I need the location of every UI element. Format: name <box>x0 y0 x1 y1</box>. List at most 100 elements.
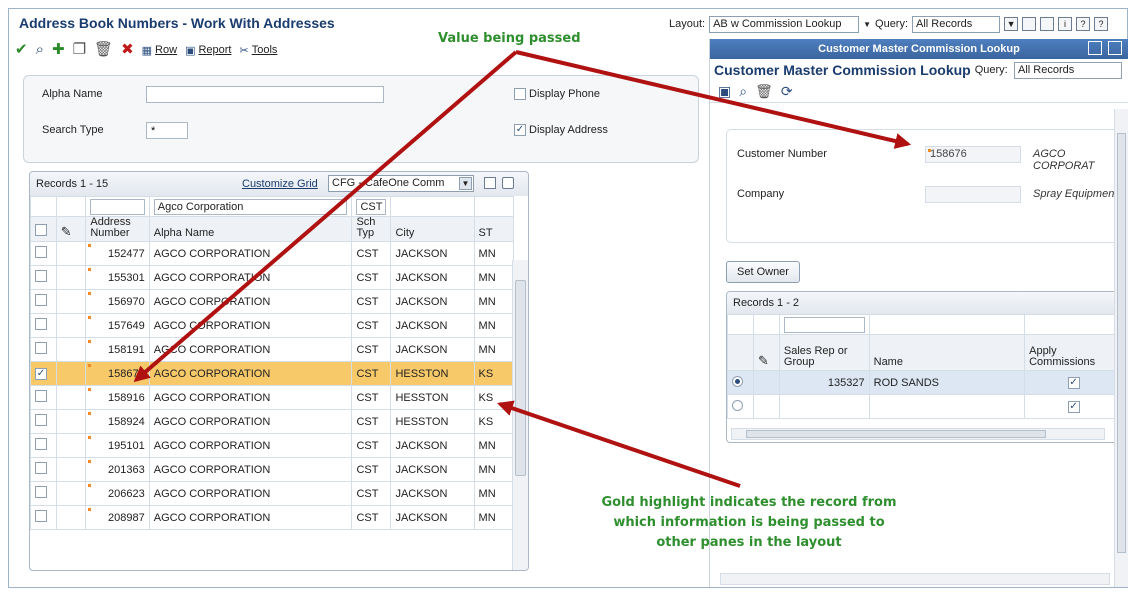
find-icon[interactable]: ⌕ <box>739 83 747 100</box>
sales-rep-cell[interactable]: 135327 <box>778 370 870 395</box>
col-apply-commissions[interactable]: Apply Commissions <box>1024 334 1121 371</box>
add-icon[interactable]: ✚ <box>52 41 65 59</box>
refresh-icon[interactable]: ⟳ <box>781 83 793 100</box>
set-owner-button[interactable]: Set Owner <box>726 261 800 283</box>
scrollbar-thumb[interactable] <box>1117 133 1126 553</box>
customize-grid-link[interactable]: Customize Grid <box>242 178 318 190</box>
col-name[interactable]: Name <box>868 334 1026 371</box>
sales-rep-cell[interactable] <box>778 394 870 419</box>
pane-vertical-scrollbar[interactable] <box>1114 109 1128 587</box>
address-number-cell[interactable]: 158916 <box>85 385 150 410</box>
address-number-cell[interactable]: 208987 <box>85 505 150 530</box>
checkbox-checked-icon[interactable]: ✓ <box>35 368 47 380</box>
table-row[interactable]: 156970 AGCO CORPORATION CST JACKSON MN <box>30 289 515 314</box>
checkbox-checked-icon[interactable]: ✓ <box>1067 401 1080 413</box>
checkbox-icon[interactable] <box>35 294 47 306</box>
table-row[interactable]: 158916 AGCO CORPORATION CST HESSTON KS <box>30 385 515 410</box>
search-type-input[interactable] <box>146 122 188 139</box>
qbe-sales-rep[interactable] <box>783 316 865 333</box>
col-sch-typ[interactable]: Sch Typ <box>351 216 392 242</box>
address-number-cell[interactable]: 158924 <box>85 409 150 434</box>
address-number-cell[interactable]: 158676 <box>85 361 150 386</box>
checkbox-icon[interactable] <box>35 270 47 282</box>
delete-icon[interactable]: 🗑 <box>755 83 773 100</box>
delete-icon[interactable]: 🗑 <box>94 41 113 59</box>
checkbox-icon[interactable] <box>35 342 47 354</box>
row-menu-button[interactable]: ▦ Row <box>142 44 177 57</box>
col-city[interactable]: City <box>390 216 475 242</box>
table-row[interactable]: 135327 ROD SANDS ✓ <box>727 370 1121 395</box>
save-query-icon[interactable] <box>1040 17 1055 31</box>
display-address-checkbox[interactable]: ✓ Display Address <box>514 124 608 136</box>
find-icon[interactable]: ⌕ <box>36 41 44 59</box>
select-all-checkbox[interactable] <box>35 224 47 236</box>
row-select-radio[interactable] <box>732 399 743 411</box>
checkbox-icon[interactable] <box>35 438 47 450</box>
qbe-alpha-name[interactable]: Agco Corporation <box>153 198 348 215</box>
table-row[interactable]: 155301 AGCO CORPORATION CST JACKSON MN <box>30 265 515 290</box>
chevron-down-icon[interactable]: ▼ <box>863 20 871 29</box>
checkbox-icon[interactable] <box>35 390 47 402</box>
check-icon[interactable]: ✔ <box>15 41 28 59</box>
address-number-cell[interactable]: 155301 <box>85 265 150 290</box>
checkbox-icon[interactable] <box>35 486 47 498</box>
checkbox-icon[interactable] <box>35 462 47 474</box>
qbe-address-number[interactable] <box>90 198 145 215</box>
address-number-cell[interactable]: 157649 <box>85 313 150 338</box>
checkbox-icon[interactable] <box>35 414 47 426</box>
table-row[interactable]: 158191 AGCO CORPORATION CST JACKSON MN <box>30 337 515 362</box>
manage-query-icon[interactable] <box>1022 17 1037 31</box>
collapse-icon[interactable] <box>1108 41 1122 55</box>
qbe-sch-typ[interactable]: CST <box>356 198 387 215</box>
popout-icon[interactable] <box>1088 41 1102 55</box>
layout-select[interactable]: AB w Commission Lookup <box>709 15 860 33</box>
col-address-number[interactable]: Address Number <box>85 216 150 242</box>
tools-menu-button[interactable]: ✂ Tools <box>240 44 278 57</box>
checkbox-icon[interactable] <box>35 246 47 258</box>
address-number-cell[interactable]: 156970 <box>85 289 150 314</box>
table-row[interactable]: ✓ 158676 AGCO CORPORATION CST HESSTON KS <box>30 361 515 386</box>
table-row[interactable]: 195101 AGCO CORPORATION CST JACKSON MN <box>30 433 515 458</box>
col-alpha-name[interactable]: Alpha Name <box>148 216 353 242</box>
chevron-down-icon[interactable]: ▼ <box>1004 17 1019 31</box>
address-number-cell[interactable]: 206623 <box>85 481 150 506</box>
row-select-radio[interactable] <box>732 375 743 387</box>
table-row[interactable]: 208987 AGCO CORPORATION CST JACKSON MN <box>30 505 515 530</box>
table-row[interactable]: 206623 AGCO CORPORATION CST JACKSON MN <box>30 481 515 506</box>
help-icon[interactable]: ? <box>1076 17 1091 31</box>
checkbox-icon[interactable] <box>35 510 47 522</box>
table-row[interactable]: 157649 AGCO CORPORATION CST JACKSON MN <box>30 313 515 338</box>
grid-horizontal-scrollbar[interactable] <box>731 428 1105 440</box>
customer-number-field[interactable]: 158676 <box>925 146 1021 163</box>
pane-query-select[interactable]: All Records <box>1014 62 1122 79</box>
address-number-cell[interactable]: 195101 <box>85 433 150 458</box>
scrollbar-thumb[interactable] <box>746 430 1046 438</box>
address-number-cell[interactable]: 152477 <box>85 241 150 266</box>
table-row[interactable]: 201363 AGCO CORPORATION CST JACKSON MN <box>30 457 515 482</box>
table-row[interactable]: ✓ <box>727 394 1121 419</box>
pane-horizontal-scrollbar[interactable] <box>720 573 1110 585</box>
col-st[interactable]: ST <box>473 216 515 242</box>
display-phone-checkbox[interactable]: Display Phone <box>514 88 600 100</box>
alpha-name-input[interactable] <box>146 86 384 103</box>
grid-format-select[interactable]: CFG - CafeOne Comm ▼ <box>328 175 474 192</box>
report-menu-button[interactable]: ▣ Report <box>185 44 231 57</box>
copy-icon[interactable]: ❐ <box>73 41 86 59</box>
checkbox-checked-icon[interactable]: ✓ <box>1067 377 1080 389</box>
info-icon[interactable]: i <box>1058 17 1073 31</box>
col-sales-rep[interactable]: Sales Rep or Group <box>778 334 870 371</box>
query-select[interactable]: All Records <box>912 15 1001 33</box>
table-row[interactable]: 152477 AGCO CORPORATION CST JACKSON MN <box>30 241 515 266</box>
about-icon[interactable]: ? <box>1094 17 1109 31</box>
address-number-cell[interactable]: 201363 <box>85 457 150 482</box>
table-row[interactable]: 158924 AGCO CORPORATION CST HESSTON KS <box>30 409 515 434</box>
company-field[interactable] <box>925 186 1021 203</box>
checkbox-icon[interactable] <box>35 318 47 330</box>
save-icon[interactable]: ▣ <box>718 83 731 100</box>
export-icon[interactable] <box>484 177 496 189</box>
scrollbar-thumb[interactable] <box>515 280 526 476</box>
grid-vertical-scrollbar[interactable] <box>512 260 528 570</box>
close-icon[interactable]: ✖ <box>121 41 134 59</box>
maximize-icon[interactable] <box>502 177 514 189</box>
address-number-cell[interactable]: 158191 <box>85 337 150 362</box>
